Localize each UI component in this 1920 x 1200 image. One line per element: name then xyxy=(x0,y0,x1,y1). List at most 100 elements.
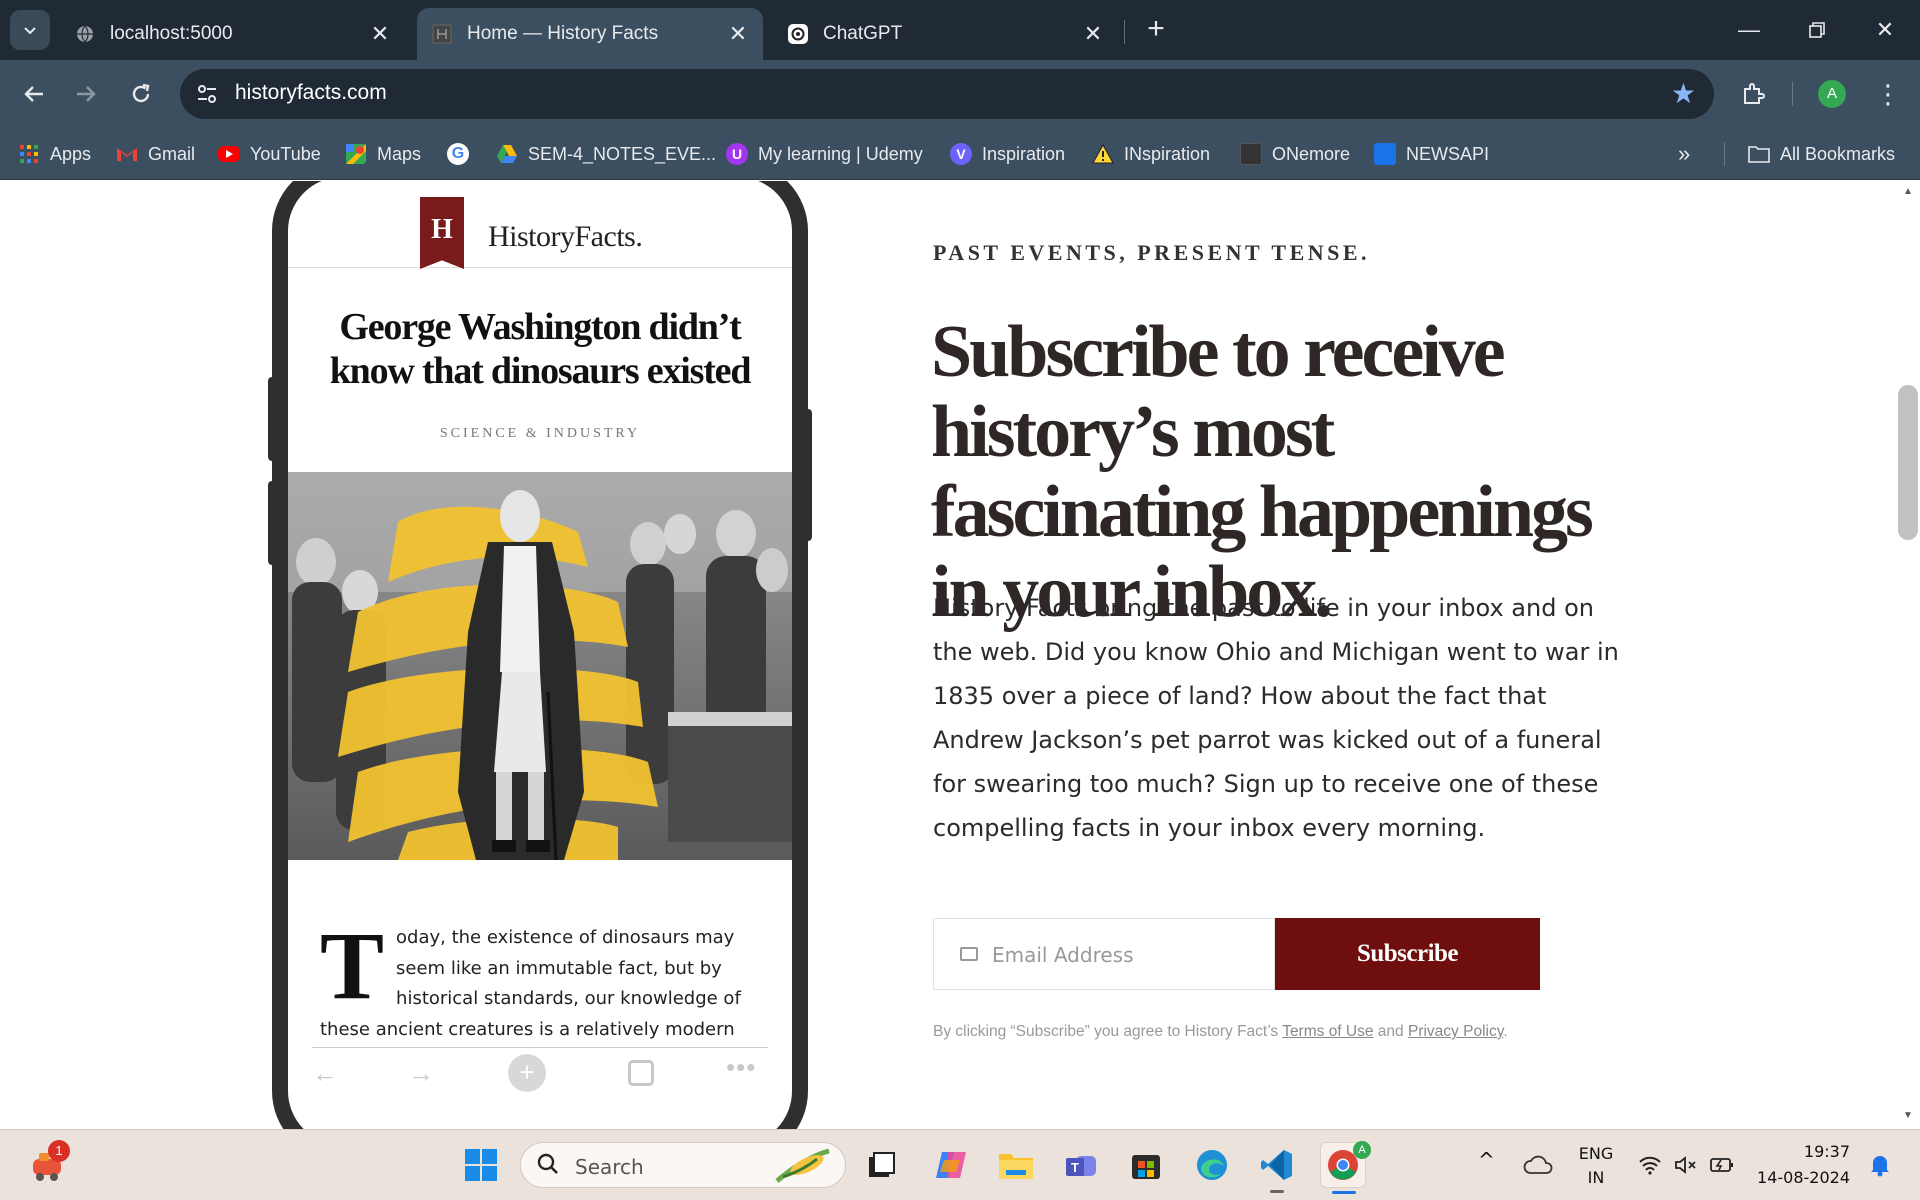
menu-kebab-icon[interactable]: ⋮ xyxy=(1868,74,1908,114)
search-icon xyxy=(537,1153,559,1181)
bookmark-google[interactable]: G xyxy=(447,140,479,168)
address-bar[interactable]: historyfacts.com ★ xyxy=(180,69,1714,119)
new-tab-button[interactable]: + xyxy=(1138,12,1174,48)
all-bookmarks-button[interactable]: All Bookmarks xyxy=(1748,140,1895,168)
drive-icon xyxy=(496,143,518,165)
clock-date[interactable]: 14-08-2024 xyxy=(1750,1168,1850,1187)
back-button[interactable] xyxy=(14,74,54,114)
phone-tabs-icon xyxy=(628,1060,654,1086)
restore-button[interactable] xyxy=(1792,10,1842,50)
bookmark-apps[interactable]: Apps xyxy=(18,140,91,168)
bookmark-udemy[interactable]: U My learning | Udemy xyxy=(726,140,923,168)
vscode-icon[interactable] xyxy=(1254,1142,1300,1188)
legal-text: and xyxy=(1373,1023,1408,1040)
scroll-down-icon[interactable]: ▼ xyxy=(1898,1110,1918,1121)
copilot-icon[interactable] xyxy=(928,1142,974,1188)
terms-of-use-link[interactable]: Terms of Use xyxy=(1282,1023,1373,1040)
chrome-profile-badge: A xyxy=(1353,1141,1371,1159)
windows-taskbar: 1 Search T A ^ ENG IN 19:37 14-08-2024 xyxy=(0,1129,1920,1200)
youtube-icon xyxy=(218,146,240,162)
bookmark-label: All Bookmarks xyxy=(1780,143,1896,164)
page-icon xyxy=(1240,143,1262,165)
toolbar-divider xyxy=(1792,82,1793,106)
corn-doodle-icon xyxy=(773,1147,833,1190)
bookmark-label: SEM-4_NOTES_EVE... xyxy=(528,143,717,164)
task-view-icon[interactable] xyxy=(858,1142,904,1188)
article-title[interactable]: George Washington didn’t know that dinos… xyxy=(318,305,762,393)
page-scrollbar-track[interactable] xyxy=(1896,181,1920,1129)
restore-icon xyxy=(1809,22,1825,38)
minimize-button[interactable]: — xyxy=(1724,10,1774,50)
bookmarks-bar: Apps Gmail YouTube Maps G SEM-4_NOTES_EV… xyxy=(0,128,1920,180)
volume-muted-icon[interactable] xyxy=(1668,1142,1704,1188)
tab-title: Home — History Facts xyxy=(467,23,659,44)
clock-time[interactable]: 19:37 xyxy=(1758,1142,1850,1161)
close-tab-icon[interactable]: ✕ xyxy=(369,21,391,47)
extensions-button[interactable] xyxy=(1733,74,1773,114)
phone-browser-nav: ← → + ••• xyxy=(312,1047,768,1097)
close-window-button[interactable]: ✕ xyxy=(1860,10,1910,50)
search-placeholder: Search xyxy=(575,1155,644,1179)
language-code[interactable]: ENG xyxy=(1578,1144,1614,1163)
start-button[interactable] xyxy=(458,1142,504,1188)
more-bookmarks-icon[interactable]: » xyxy=(1678,140,1690,168)
signup-headline: Subscribe to receive history’s most fasc… xyxy=(931,311,1594,633)
tab-history-facts[interactable]: Home — History Facts ✕ xyxy=(417,8,763,60)
bookmark-divider xyxy=(1724,142,1725,166)
signup-description: History Facts bring the past to life in … xyxy=(933,594,1619,842)
profile-avatar[interactable]: A xyxy=(1818,80,1846,108)
privacy-policy-link[interactable]: Privacy Policy xyxy=(1408,1023,1503,1040)
email-input[interactable] xyxy=(992,939,1262,971)
teams-icon[interactable]: T xyxy=(1058,1142,1104,1188)
taskbar-search[interactable]: Search xyxy=(520,1142,846,1188)
phone-new-tab-icon: + xyxy=(508,1054,546,1092)
windows-logo-icon xyxy=(465,1149,497,1181)
history-facts-logo-mark: H xyxy=(420,197,464,269)
tab-title: localhost:5000 xyxy=(110,23,233,44)
newsapi-icon xyxy=(1374,143,1396,165)
section-eyebrow: PAST EVENTS, PRESENT TENSE. xyxy=(933,240,1371,265)
page-scrollbar-thumb[interactable] xyxy=(1898,385,1918,540)
file-explorer-icon[interactable] xyxy=(993,1142,1039,1188)
close-tab-icon[interactable]: ✕ xyxy=(1082,21,1104,47)
bookmark-label: My learning | Udemy xyxy=(758,143,923,164)
tab-localhost[interactable]: localhost:5000 ✕ xyxy=(60,8,405,60)
bookmark-inspiration-2[interactable]: INspiration xyxy=(1092,140,1210,168)
article-dropcap: T xyxy=(320,912,385,1019)
bookmark-star-icon[interactable]: ★ xyxy=(1671,77,1696,110)
region-code[interactable]: IN xyxy=(1578,1168,1614,1187)
article-category[interactable]: SCIENCE & INDUSTRY xyxy=(288,426,792,442)
tab-search-button[interactable] xyxy=(10,10,50,50)
close-tab-icon[interactable]: ✕ xyxy=(727,21,749,47)
microsoft-store-icon[interactable] xyxy=(1123,1142,1169,1188)
udemy-icon: U xyxy=(726,143,748,165)
reload-button[interactable] xyxy=(121,74,161,114)
subscribe-button[interactable]: Subscribe xyxy=(1275,918,1540,990)
bookmark-drive-notes[interactable]: SEM-4_NOTES_EVE... xyxy=(496,140,716,168)
onedrive-icon[interactable] xyxy=(1515,1142,1561,1188)
battery-charging-icon[interactable] xyxy=(1704,1142,1740,1188)
reload-icon xyxy=(132,83,150,103)
forward-button[interactable] xyxy=(66,74,106,114)
bookmark-newsapi[interactable]: NEWSAPI xyxy=(1374,140,1489,168)
web-page: H HistoryFacts. George Washington didn’t… xyxy=(0,181,1896,1129)
bookmark-onemore[interactable]: ONemore xyxy=(1240,140,1350,168)
bookmark-label: Gmail xyxy=(148,143,196,164)
chevron-up-icon[interactable]: ^ xyxy=(1478,1148,1495,1172)
wifi-icon[interactable] xyxy=(1630,1142,1670,1188)
washington-illustration xyxy=(288,472,792,860)
bookmark-youtube[interactable]: YouTube xyxy=(218,140,321,168)
scroll-up-icon[interactable]: ▲ xyxy=(1898,186,1918,197)
bookmark-inspiration[interactable]: V Inspiration xyxy=(950,140,1065,168)
url-text[interactable]: historyfacts.com xyxy=(235,81,387,105)
bookmark-maps[interactable]: Maps xyxy=(345,140,421,168)
browser-toolbar: historyfacts.com ★ A ⋮ xyxy=(0,60,1920,128)
bookmark-label: ONemore xyxy=(1272,143,1351,164)
tab-chatgpt[interactable]: ChatGPT ✕ xyxy=(773,8,1118,60)
chrome-taskbar-icon[interactable]: A xyxy=(1320,1141,1371,1188)
email-field[interactable] xyxy=(933,918,1275,990)
site-settings-icon[interactable] xyxy=(194,81,220,107)
bookmark-gmail[interactable]: Gmail xyxy=(116,140,195,168)
notification-bell-icon[interactable] xyxy=(1862,1142,1898,1188)
edge-icon[interactable] xyxy=(1189,1142,1235,1188)
